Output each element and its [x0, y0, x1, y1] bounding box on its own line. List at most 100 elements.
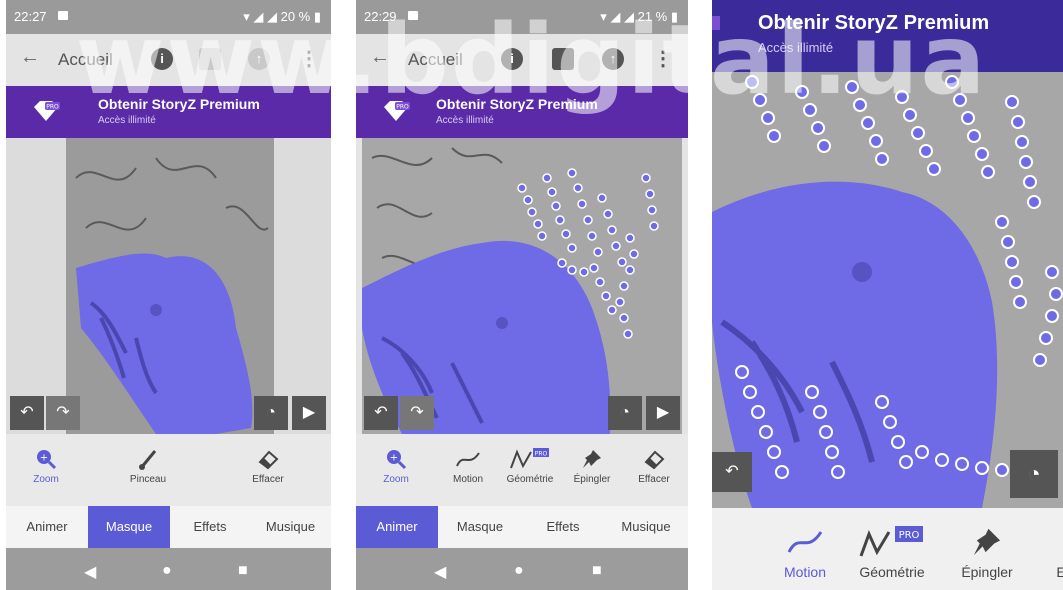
save-icon[interactable]	[552, 48, 574, 70]
app-bar: ← Accueil i ↑ ⋮	[356, 34, 688, 86]
tab-musique[interactable]: Musique	[250, 506, 331, 548]
pro-badge-text: PRO	[46, 104, 59, 111]
tool-partial-right[interactable]: E	[1046, 526, 1063, 580]
status-battery: ▾ ◢ ◢ 20 % ▮	[243, 9, 321, 24]
nav-home-icon[interactable]: ●	[162, 562, 172, 580]
gallery-notification-icon	[408, 11, 418, 20]
nav-recents-icon[interactable]: ■	[592, 562, 602, 580]
speed-gauge-button[interactable]: ◔	[608, 396, 642, 430]
banner-subtitle: Accès illimité	[758, 40, 834, 55]
tool-pin[interactable]: Épingler	[952, 526, 1022, 580]
cloud-upload-icon[interactable]: ↑	[602, 48, 624, 70]
redo-button[interactable]: ↷	[46, 396, 80, 430]
pin-icon	[952, 526, 1022, 564]
tab-masque[interactable]: Masque	[438, 506, 522, 548]
tool-geometry[interactable]: PRO Géométrie	[500, 448, 560, 485]
phone-screen-1: 22:27 ▾ ◢ ◢ 20 % ▮ ← Accueil i ↑ ⋮ PRO O…	[6, 0, 331, 590]
tab-effets[interactable]: Effets	[170, 506, 250, 548]
mode-tabs: Animer Masque Effets Musique	[356, 506, 688, 548]
premium-banner[interactable]: PRO Obtenir StoryZ Premium Accès illimit…	[6, 86, 331, 138]
phone-screen-3-zoomed: Obtenir StoryZ Premium Accès illimité ↶ …	[712, 0, 1063, 590]
banner-title: Obtenir StoryZ Premium	[436, 96, 598, 112]
premium-banner[interactable]: PRO Obtenir StoryZ Premium Accès illimit…	[356, 86, 688, 138]
status-battery: ▾ ◢ ◢ 21 % ▮	[600, 9, 678, 24]
geometry-icon: PRO	[500, 448, 560, 474]
svg-text:PRO: PRO	[535, 451, 548, 458]
editor-canvas[interactable]: ↶ ◔	[712, 72, 1063, 508]
banner-title: Obtenir StoryZ Premium	[98, 96, 260, 112]
play-button[interactable]: ▶	[646, 396, 680, 430]
tool-zoom[interactable]: + Zoom	[16, 448, 76, 485]
geometry-icon: PRO	[852, 526, 932, 564]
info-icon[interactable]: i	[501, 48, 523, 70]
banner-title: Obtenir StoryZ Premium	[758, 12, 990, 34]
speed-gauge-button[interactable]: ◔	[254, 396, 288, 430]
tool-pin[interactable]: Épingler	[562, 448, 622, 485]
tool-bar: n Motion PRO Géométrie Épingler E	[712, 508, 1063, 590]
zoomed-photo-with-motion	[712, 75, 1063, 508]
gallery-notification-icon	[58, 11, 68, 20]
eraser-icon	[238, 448, 298, 474]
pro-badge-text: PRO	[899, 530, 920, 541]
nav-back-icon[interactable]: ◀	[84, 562, 96, 582]
undo-button[interactable]: ↶	[712, 452, 752, 492]
phone-screen-2: 22:29 ▾ ◢ ◢ 21 % ▮ ← Accueil i ↑ ⋮ PRO O…	[356, 0, 688, 590]
tool-motion[interactable]: Motion	[772, 526, 838, 580]
nav-home-icon[interactable]: ●	[514, 562, 524, 580]
info-icon[interactable]: i	[151, 48, 173, 70]
editor-canvas[interactable]: ↶ ↷ ◔ ▶	[6, 138, 331, 434]
photo-with-mask-and-motion	[362, 147, 659, 434]
zoom-icon: +	[16, 448, 76, 474]
tool-geometry[interactable]: PRO Géométrie	[852, 526, 932, 580]
editor-canvas[interactable]: ↶ ↷ ◔ ▶	[362, 138, 682, 434]
status-bar: 22:27 ▾ ◢ ◢ 20 % ▮	[6, 0, 331, 34]
tool-eraser[interactable]: Effacer	[238, 448, 298, 485]
tool-bar: + Zoom Motion PRO Géométrie Épingler Eff…	[356, 434, 688, 506]
tool-brush[interactable]: Pinceau	[118, 448, 178, 485]
undo-button[interactable]: ↶	[10, 396, 44, 430]
tab-animer[interactable]: Animer	[356, 506, 438, 548]
tab-musique[interactable]: Musique	[604, 506, 688, 548]
status-time: 22:29	[364, 9, 397, 24]
photo-with-mask	[66, 138, 274, 434]
tool-partial-left[interactable]: n	[712, 526, 722, 580]
tool-zoom[interactable]: + Zoom	[366, 448, 426, 485]
svg-text:+: +	[390, 453, 398, 464]
back-arrow-icon[interactable]: ←	[20, 46, 40, 69]
zoom-icon: +	[366, 448, 426, 474]
speed-gauge-button[interactable]: ◔	[1010, 450, 1058, 498]
pro-badge-text: PRO	[396, 104, 409, 111]
pin-icon	[562, 448, 622, 474]
tool-motion[interactable]: Motion	[438, 448, 498, 485]
save-icon[interactable]	[199, 48, 221, 70]
eraser-icon	[624, 448, 684, 474]
redo-button[interactable]: ↷	[400, 396, 434, 430]
tab-masque[interactable]: Masque	[88, 506, 170, 548]
play-button[interactable]: ▶	[292, 396, 326, 430]
tool-bar: + Zoom Pinceau Effacer	[6, 434, 331, 506]
system-nav-bar: ◀ ● ■	[356, 548, 688, 590]
nav-back-icon[interactable]: ◀	[434, 562, 446, 582]
more-options-icon[interactable]: ⋮	[298, 48, 320, 70]
more-options-icon[interactable]: ⋮	[652, 48, 674, 70]
svg-text:+: +	[40, 453, 48, 464]
tool-eraser[interactable]: Effacer	[624, 448, 684, 485]
page-title: Accueil	[58, 50, 113, 69]
banner-subtitle: Accès illimité	[98, 115, 156, 126]
pro-diamond-icon: PRO	[34, 101, 60, 121]
tab-animer[interactable]: Animer	[6, 506, 88, 548]
brush-icon	[118, 448, 178, 474]
cloud-upload-icon[interactable]: ↑	[248, 48, 270, 70]
pro-diamond-icon	[712, 16, 720, 30]
status-bar: 22:29 ▾ ◢ ◢ 21 % ▮	[356, 0, 688, 34]
undo-button[interactable]: ↶	[364, 396, 398, 430]
premium-banner[interactable]: Obtenir StoryZ Premium Accès illimité	[712, 0, 1063, 72]
motion-icon	[772, 526, 838, 564]
page-title: Accueil	[408, 50, 463, 69]
system-nav-bar: ◀ ● ■	[6, 548, 331, 590]
banner-subtitle: Accès illimité	[436, 115, 494, 126]
nav-recents-icon[interactable]: ■	[238, 562, 248, 580]
back-arrow-icon[interactable]: ←	[370, 46, 390, 69]
pro-diamond-icon: PRO	[384, 101, 410, 121]
tab-effets[interactable]: Effets	[522, 506, 604, 548]
